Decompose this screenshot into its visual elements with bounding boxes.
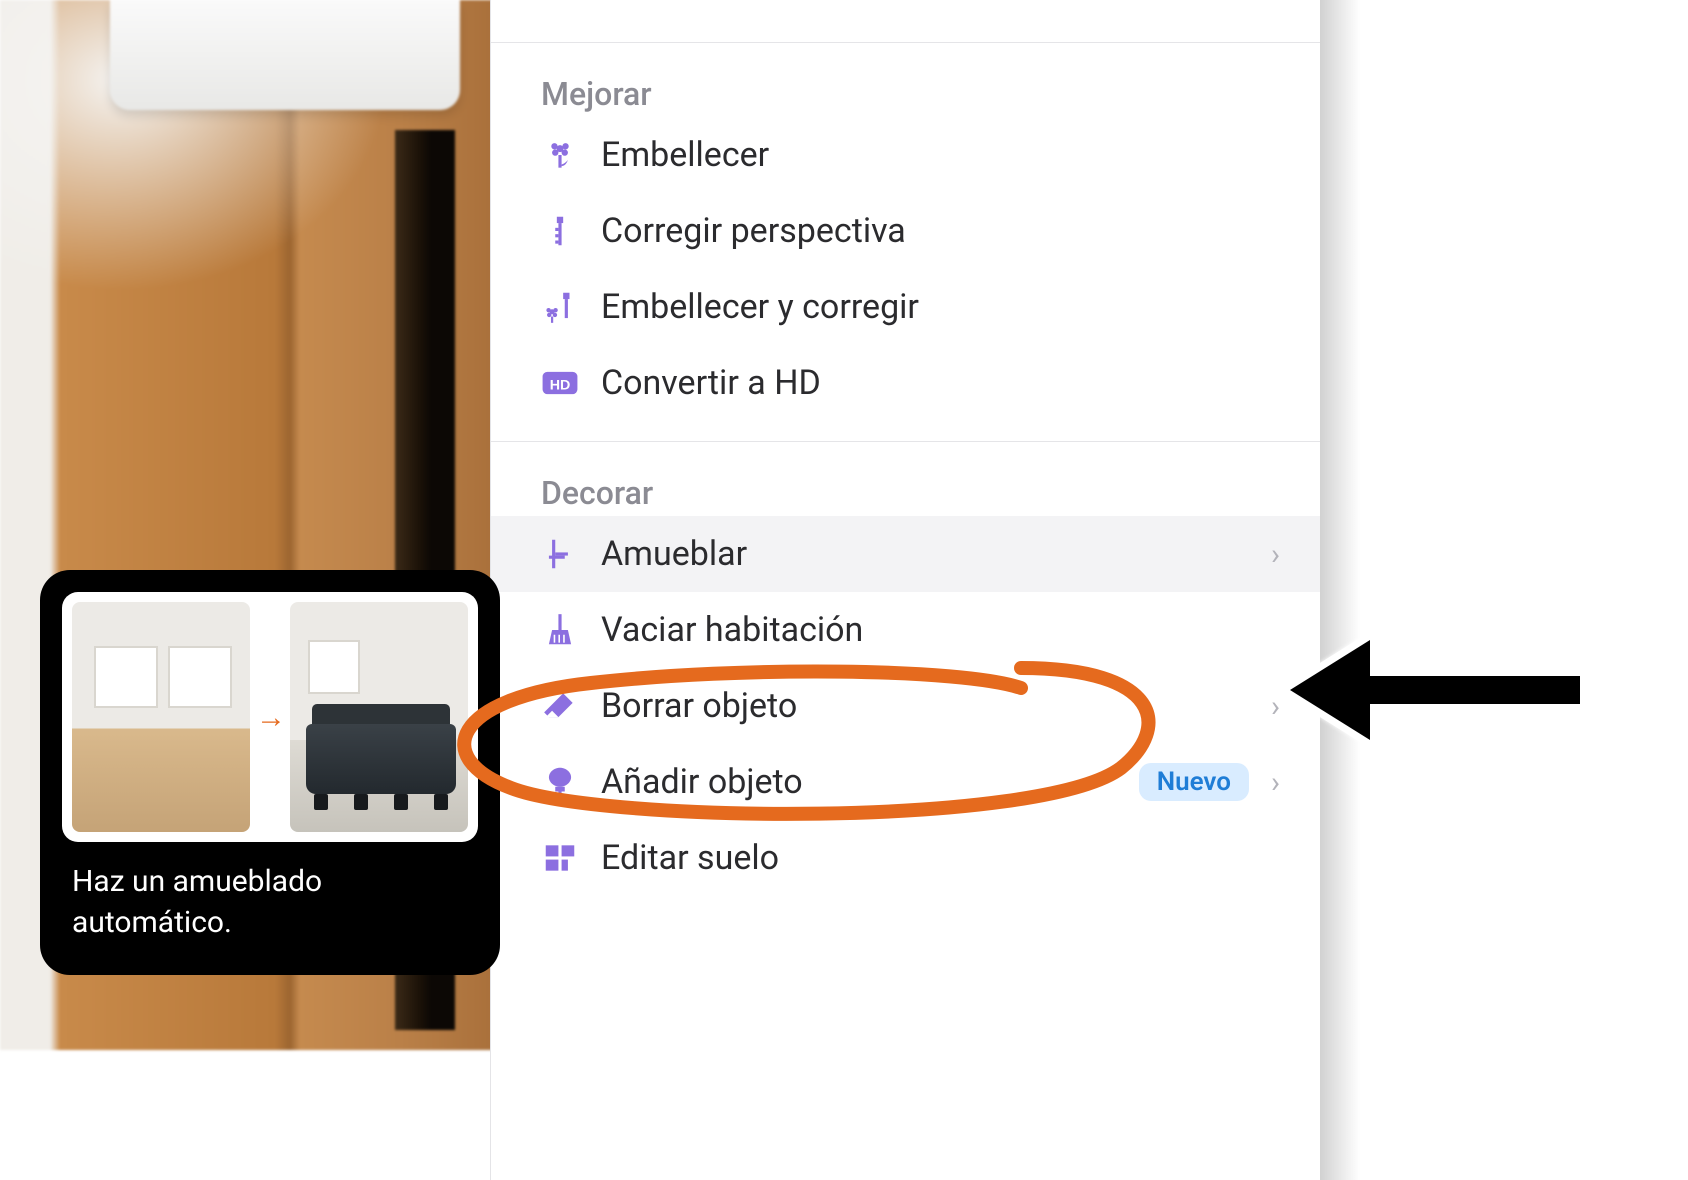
menu-item-borrar-objeto[interactable]: Borrar objeto › [491,668,1320,744]
menu-item-anadir-objeto[interactable]: Añadir objeto Nuevo › [491,744,1320,820]
tooltip-preview-empty-room [72,602,250,832]
menu-label: Vaciar habitación [601,610,1280,650]
menu-item-embellecer[interactable]: Embellecer [491,117,1320,193]
tooltip-text: Haz un amueblado automático. [62,842,478,947]
svg-text:HD: HD [550,377,571,393]
menu-label: Editar suelo [601,838,1280,878]
menu-item-amueblar[interactable]: Amueblar › [491,516,1320,592]
flower-ruler-icon [541,288,579,326]
badge-nuevo: Nuevo [1139,763,1249,801]
section-header-mejorar: Mejorar [491,43,1320,117]
menu-label: Embellecer [601,135,1280,175]
flower-icon [541,136,579,174]
tooltip-preview: → [62,592,478,842]
page-shadow [1320,0,1360,1180]
annotation-arrow [1280,620,1590,760]
menu-label: Añadir objeto [601,762,1117,802]
menu-label: Convertir a HD [601,363,1280,403]
broom-icon [541,611,579,649]
menu-item-vaciar-habitacion[interactable]: Vaciar habitación [491,592,1320,668]
menu-label: Borrar objeto [601,686,1249,726]
menu-label: Embellecer y corregir [601,287,1280,327]
menu-label: Amueblar [601,534,1249,574]
add-shape-icon [541,763,579,801]
tooltip-card: → Haz un amueblado automático. [40,570,500,975]
floor-icon [541,839,579,877]
chevron-right-icon: › [1271,765,1280,800]
menu-label: Corregir perspectiva [601,211,1280,251]
menu-item-convertir-hd[interactable]: HD Convertir a HD [491,345,1320,421]
chair-icon [541,535,579,573]
tooltip-preview-furnished-room [290,602,468,832]
menu-item-editar-suelo[interactable]: Editar suelo [491,820,1320,896]
ruler-icon [541,212,579,250]
hd-icon: HD [541,364,579,402]
chevron-right-icon: › [1271,537,1280,572]
section-header-decorar: Decorar [491,442,1320,516]
actions-panel: Mejorar Embellecer Corregir perspectiva … [490,0,1320,1180]
menu-item-embellecer-corregir[interactable]: Embellecer y corregir [491,269,1320,345]
menu-item-corregir-perspectiva[interactable]: Corregir perspectiva [491,193,1320,269]
chevron-right-icon: › [1271,689,1280,724]
eraser-icon [541,687,579,725]
tooltip-arrow-icon: → [256,700,284,735]
